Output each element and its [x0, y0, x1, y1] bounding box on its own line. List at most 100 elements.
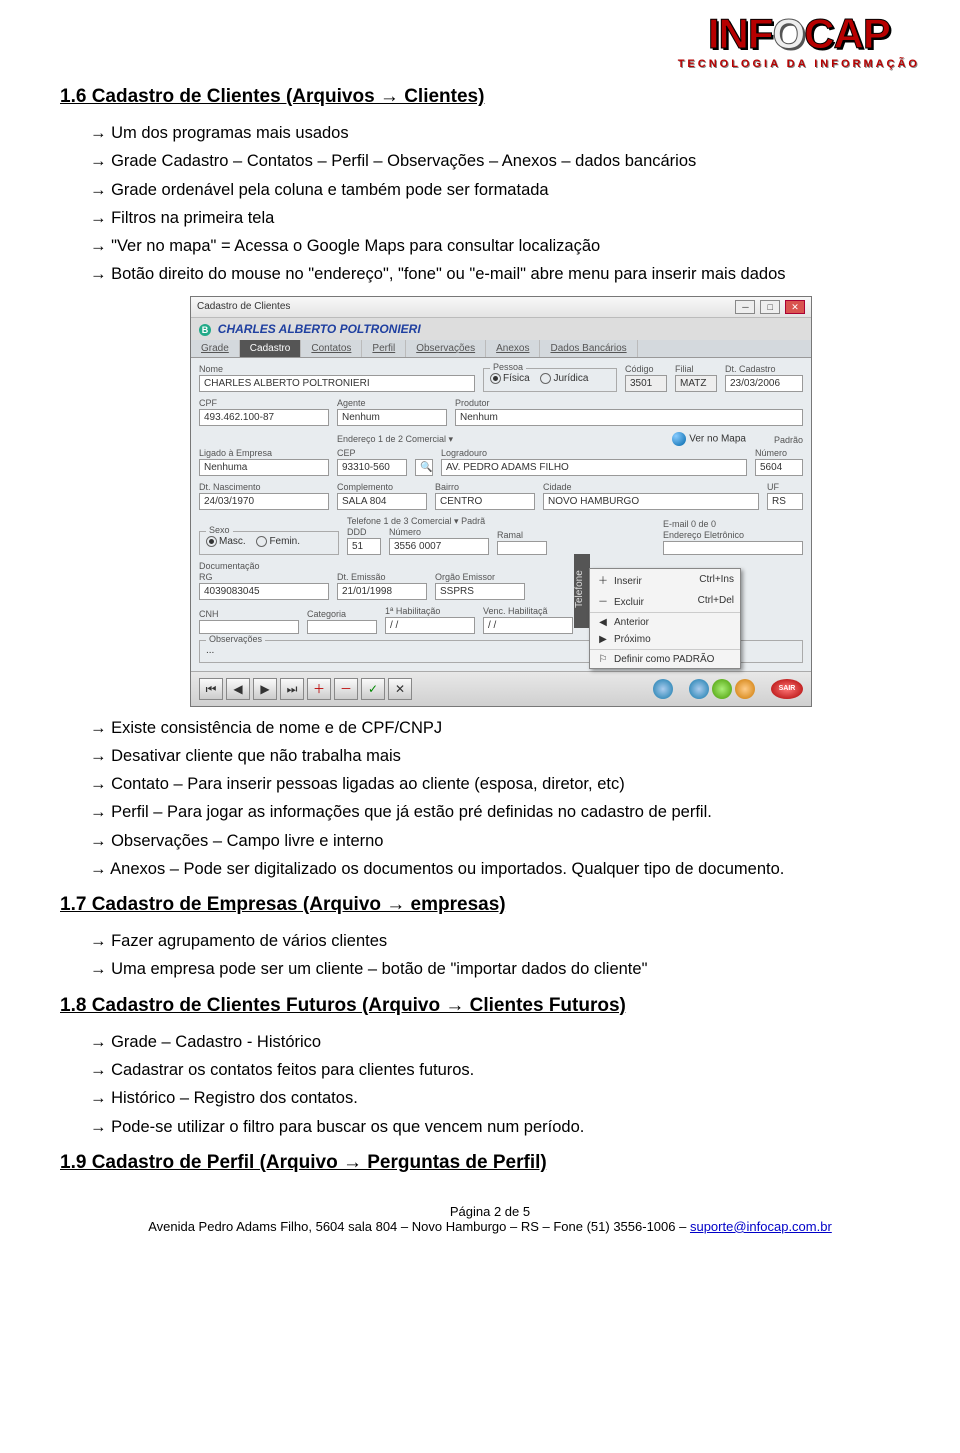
post-bullet-1: → Existe consistência de nome e de CPF/C…: [90, 717, 920, 739]
tool-globe-2-icon[interactable]: [712, 679, 732, 699]
nav-next-button[interactable]: ▶: [253, 678, 277, 700]
tab-grade[interactable]: Grade: [191, 340, 240, 357]
sec16-bullet-6: → Botão direito do mouse no "endereço", …: [90, 263, 920, 285]
dtnasc-input[interactable]: 24/03/1970: [199, 493, 329, 510]
nav-add-button[interactable]: ＋: [307, 678, 331, 700]
menu-proximo[interactable]: ▶Próximo: [590, 631, 740, 648]
uf-select[interactable]: RS: [767, 493, 803, 510]
client-badge-icon: B: [199, 324, 211, 336]
logo-o: O: [773, 10, 805, 57]
dtcad-label: Dt. Cadastro: [725, 364, 803, 374]
radio-masc[interactable]: Masc.: [206, 536, 246, 547]
sec16-bullet-5: → "Ver no mapa" = Acessa o Google Maps p…: [90, 235, 920, 257]
globe-icon: [672, 432, 686, 446]
nome-label: Nome: [199, 364, 475, 374]
venc-input[interactable]: / /: [483, 617, 573, 634]
ramal-input[interactable]: [497, 541, 547, 555]
categoria-input[interactable]: [307, 620, 377, 634]
tab-dados-bancarios[interactable]: Dados Bancários: [540, 340, 637, 357]
tab-perfil[interactable]: Perfil: [362, 340, 406, 357]
logo-post: CAP: [804, 10, 890, 57]
endereco-header[interactable]: Endereço 1 de 2 Comercial ▾: [337, 434, 453, 445]
footer-email-link[interactable]: suporte@infocap.com.br: [690, 1219, 832, 1234]
post-bullet-3: → Contato – Para inserir pessoas ligadas…: [90, 773, 920, 795]
numero-input[interactable]: 5604: [755, 459, 803, 476]
dtnasc-label: Dt. Nascimento: [199, 482, 329, 492]
complemento-label: Complemento: [337, 482, 427, 492]
post-bullet-4: → Perfil – Para jogar as informações que…: [90, 801, 920, 823]
ddd-input[interactable]: 51: [347, 538, 381, 555]
tab-contatos[interactable]: Contatos: [301, 340, 362, 357]
codigo-input: 3501: [625, 375, 667, 392]
bairro-input[interactable]: CENTRO: [435, 493, 535, 510]
complemento-input[interactable]: SALA 804: [337, 493, 427, 510]
nav-confirm-button[interactable]: ✓: [361, 678, 385, 700]
radio-femin[interactable]: Femin.: [256, 536, 300, 547]
produtor-select[interactable]: Nenhum: [455, 409, 803, 426]
produtor-label: Produtor: [455, 398, 803, 408]
telefone-header[interactable]: Telefone 1 de 3 Comercial ▾ Padrã: [347, 516, 485, 526]
window-title: Cadastro de Clientes: [197, 301, 290, 312]
nav-prev-button[interactable]: ◀: [226, 678, 250, 700]
email-input[interactable]: [663, 541, 803, 555]
menu-inserir[interactable]: ＋InserirCtrl+Ins: [590, 569, 740, 590]
tel-num-input[interactable]: 3556 0007: [389, 538, 489, 555]
menu-anterior[interactable]: ◀Anterior: [590, 614, 740, 631]
post-bullet-2: → Desativar cliente que não trabalha mai…: [90, 745, 920, 767]
maximize-button[interactable]: □: [760, 300, 780, 314]
cidade-label: Cidade: [543, 482, 759, 492]
cnh-input[interactable]: [199, 620, 299, 634]
tool-globe-1-icon[interactable]: [689, 679, 709, 699]
sair-button[interactable]: SAIR: [771, 679, 803, 699]
cep-search-button[interactable]: 🔍: [415, 459, 433, 476]
page-number: Página 2 de 5: [60, 1204, 920, 1219]
endereco-eletronico-label: Endereço Eletrônico: [663, 530, 803, 540]
telefone-side-tab[interactable]: Telefone: [574, 554, 590, 628]
ligado-select[interactable]: Nenhuma: [199, 459, 329, 476]
dtemissao-input[interactable]: 21/01/1998: [337, 583, 427, 600]
menu-excluir[interactable]: －ExcluirCtrl+Del: [590, 590, 740, 611]
hab1-input[interactable]: / /: [385, 617, 475, 634]
nome-input[interactable]: CHARLES ALBERTO POLTRONIERI: [199, 375, 475, 392]
section-1-8-title: 1.8 Cadastro de Clientes Futuros (Arquiv…: [60, 995, 920, 1017]
header-logo: INFOCAP TECNOLOGIA DA INFORMAÇÃO: [60, 0, 920, 72]
agente-select[interactable]: Nenhum: [337, 409, 447, 426]
tab-cadastro[interactable]: Cadastro: [240, 340, 302, 357]
nav-first-button[interactable]: ⏮: [199, 678, 223, 700]
uf-label: UF: [767, 482, 803, 492]
cnh-label: CNH: [199, 609, 299, 619]
cpf-input[interactable]: 493.462.100-87: [199, 409, 329, 426]
minimize-button[interactable]: ─: [735, 300, 755, 314]
logradouro-input[interactable]: AV. PEDRO ADAMS FILHO: [441, 459, 747, 476]
close-button[interactable]: ✕: [785, 300, 805, 314]
tab-anexos[interactable]: Anexos: [486, 340, 540, 357]
cidade-input[interactable]: NOVO HAMBURGO: [543, 493, 759, 510]
menu-definir-padrao[interactable]: ⚐Definir como PADRÃO: [590, 651, 740, 668]
tool-globe-3-icon[interactable]: [735, 679, 755, 699]
observacoes-label: Observações: [206, 634, 265, 644]
radio-juridica[interactable]: Jurídica: [540, 373, 588, 384]
sec16-bullet-3: → Grade ordenável pela coluna e também p…: [90, 179, 920, 201]
help-icon[interactable]: [653, 679, 673, 699]
post-bullet-6: → Anexos – Pode ser digitalizado os docu…: [90, 858, 920, 880]
arrow-left-icon: ◀: [596, 617, 610, 628]
section-1-6-title: 1.6 Cadastro de Clientes (Arquivos → Cli…: [60, 86, 920, 108]
nav-remove-button[interactable]: －: [334, 678, 358, 700]
cep-input[interactable]: 93310-560: [337, 459, 407, 476]
plus-icon: ＋: [596, 572, 610, 587]
app-window: Cadastro de Clientes ─ □ ✕ B CHARLES ALB…: [190, 296, 812, 707]
logo-pre: INF: [708, 10, 773, 57]
ver-no-mapa-link[interactable]: Ver no Mapa: [689, 433, 746, 444]
radio-fisica[interactable]: Física: [490, 373, 530, 384]
section-1-9-title: 1.9 Cadastro de Perfil (Arquivo → Pergun…: [60, 1152, 920, 1174]
nav-cancel-button[interactable]: ✕: [388, 678, 412, 700]
rg-input[interactable]: 4039083045: [199, 583, 329, 600]
codigo-label: Código: [625, 364, 667, 374]
dtcad-input[interactable]: 23/03/2006: [725, 375, 803, 392]
tab-observacoes[interactable]: Observações: [406, 340, 486, 357]
post-bullet-5: → Observações – Campo livre e interno: [90, 830, 920, 852]
sec16-bullet-1: → Um dos programas mais usados: [90, 122, 920, 144]
sec18-bullet-2: → Cadastrar os contatos feitos para clie…: [90, 1059, 920, 1081]
nav-last-button[interactable]: ⏭: [280, 678, 304, 700]
orgemissor-input[interactable]: SSPRS: [435, 583, 525, 600]
